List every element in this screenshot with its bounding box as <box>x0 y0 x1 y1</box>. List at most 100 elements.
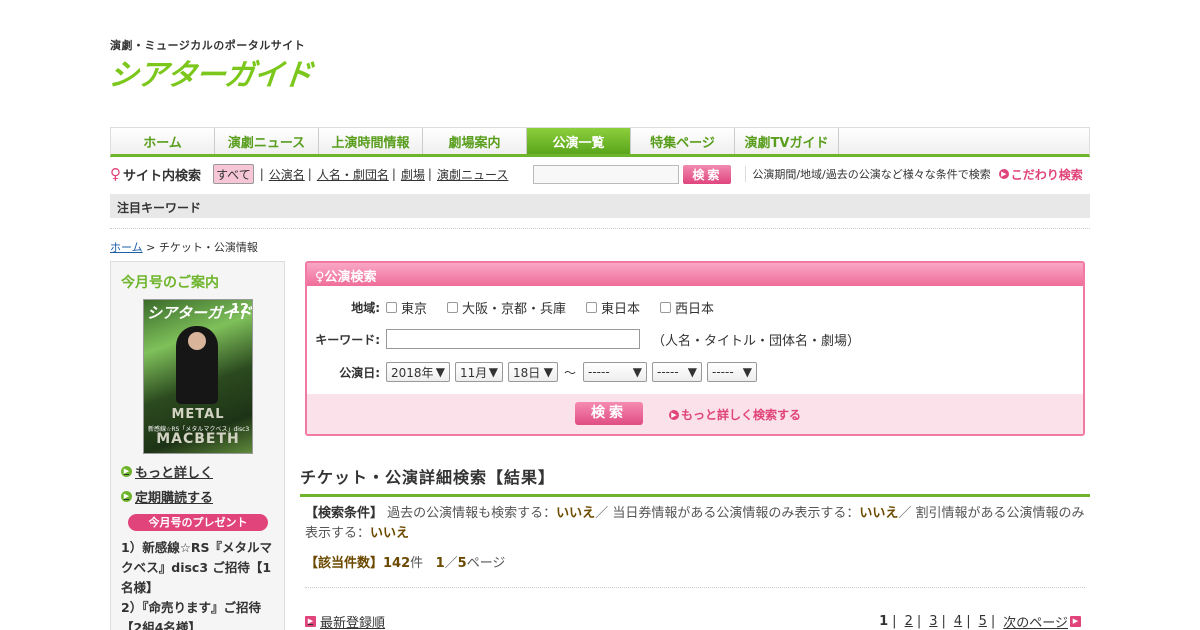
arrow-square-icon: ▶ <box>305 616 316 627</box>
next-page-link[interactable]: 次のページ <box>1003 612 1068 630</box>
nav-performances[interactable]: 公演一覧 <box>527 128 631 154</box>
select-value: 11月 <box>460 365 488 380</box>
dropdown-arrow-icon: ▼ <box>687 365 698 379</box>
area-label: 地域: <box>351 301 380 315</box>
scope-all[interactable]: すべて <box>213 164 254 184</box>
nav-showtimes[interactable]: 上演時間情報 <box>319 128 423 154</box>
cond-text: ／ 当日券情報がある公演情報のみ表示する： <box>595 506 860 521</box>
count-unit: 件 <box>410 556 424 571</box>
sort-newest-link[interactable]: ▶ 最新登録順 <box>305 612 385 630</box>
count-label: 【該当件数】 <box>305 556 384 571</box>
search-conditions: 【検索条件】 過去の公演情報も検索する：いいえ／ 当日券情報がある公演情報のみ表… <box>305 504 1090 544</box>
more-info-label: もっと詳しく <box>135 466 214 481</box>
area-option: 大阪・京都・兵庫 <box>462 302 567 317</box>
arrow-square-icon: ▶ <box>1070 616 1081 627</box>
dropdown-arrow-icon: ▼ <box>543 365 553 379</box>
to-year-select[interactable]: ----- ▼ <box>583 362 648 382</box>
keyword-label: キーワード: <box>315 332 380 347</box>
panel-footer: 検索 ▶ もっと詳しく検索する <box>307 394 1083 434</box>
cover-issue: 12 <box>230 302 249 317</box>
keyword-row: キーワード: （人名・タイトル・団体名・劇場） <box>307 329 860 349</box>
present-item[interactable]: 2）『命売ります』ご招待【2組4名様】 <box>121 598 281 630</box>
page-link[interactable]: 2 <box>905 614 913 629</box>
from-day-select[interactable]: 18日 ▼ <box>508 362 558 382</box>
scope-news[interactable]: 演劇ニュース <box>437 166 508 183</box>
dropdown-arrow-icon: ▼ <box>632 365 643 379</box>
page-current: 1 <box>435 556 445 571</box>
area-option: 西日本 <box>675 302 715 317</box>
to-month-select[interactable]: ----- ▼ <box>652 362 703 382</box>
from-month-select[interactable]: 11月 ▼ <box>455 362 503 382</box>
area-row: 地域: 東京 大阪・京都・兵庫 東日本 西日本 <box>307 298 734 317</box>
breadcrumb-home[interactable]: ホーム <box>110 241 143 254</box>
subscribe-link[interactable]: ▶ 定期購読する <box>121 487 213 506</box>
divider <box>305 587 1085 588</box>
nav-theaters[interactable]: 劇場案内 <box>423 128 527 154</box>
nav-tv-guide[interactable]: 演劇TVガイド <box>735 128 839 154</box>
nav-home[interactable]: ホーム <box>111 128 215 154</box>
results-title: チケット・公演詳細検索【結果】 <box>300 464 1090 497</box>
scope-separator: | <box>307 167 312 181</box>
site-search-title: サイト内検索 <box>123 168 202 184</box>
page-unit: ページ <box>466 556 506 571</box>
scope-separator: | <box>391 167 396 181</box>
range-tilde: ～ <box>564 365 577 380</box>
scope-title[interactable]: 公演名 <box>269 166 305 183</box>
cond-label: 【検索条件】 <box>305 506 384 521</box>
magazine-cover[interactable]: シアターガイド 12 METAL 新感線☆RS「メタルマクベス」disc3 MA… <box>143 299 253 454</box>
dropdown-arrow-icon: ▼ <box>742 365 753 379</box>
area-checkbox[interactable] <box>447 302 459 313</box>
page-separator: | <box>990 614 996 629</box>
nav-features[interactable]: 特集ページ <box>631 128 735 154</box>
kodawari-search-link[interactable]: ▶ こだわり検索 <box>998 166 1083 183</box>
page-link[interactable]: 5 <box>979 614 987 629</box>
present-list: 1）新感線☆RS『メタルマクベス』disc3 ご招待【1名様】 2）『命売ります… <box>121 538 281 630</box>
global-nav: ホーム 演劇ニュース 上演時間情報 劇場案内 公演一覧 特集ページ 演劇TVガイ… <box>110 127 1090 157</box>
search-button[interactable]: 検索 <box>575 402 643 425</box>
page-link[interactable]: 3 <box>929 614 937 629</box>
detail-search-link[interactable]: ▶ もっと詳しく検索する <box>669 406 801 423</box>
cond-value: いいえ <box>859 506 899 521</box>
nav-news[interactable]: 演劇ニュース <box>215 128 319 154</box>
scope-separator: | <box>259 167 264 181</box>
sidebar-title: 今月号のご案内 <box>121 275 219 291</box>
keyword-input[interactable] <box>386 329 640 349</box>
page-link[interactable]: 4 <box>954 614 962 629</box>
scope-person[interactable]: 人名・劇団名 <box>317 166 389 183</box>
count-value: 142 <box>383 556 411 571</box>
site-search-button[interactable]: 検索 <box>683 164 732 184</box>
area-checkbox[interactable] <box>586 302 598 313</box>
to-day-select[interactable]: ----- ▼ <box>707 362 758 382</box>
select-value: ----- <box>588 365 610 379</box>
site-search-input[interactable] <box>533 164 680 184</box>
keyword-hint: （人名・タイトル・団体名・劇場） <box>652 333 861 349</box>
arrow-circle-icon: ▶ <box>121 491 132 502</box>
area-checkbox[interactable] <box>660 302 672 313</box>
cover-face <box>188 332 206 350</box>
pagination: 1 | 2 | 3 | 4 | 5 | 次のページ ▶ <box>879 612 1085 630</box>
arrow-circle-icon: ▶ <box>669 409 679 420</box>
cover-macbeth: MACBETH <box>156 431 240 447</box>
scope-theater[interactable]: 劇場 <box>401 166 425 183</box>
arrow-circle-icon: ▶ <box>998 169 1009 179</box>
page-separator: | <box>916 614 922 629</box>
from-year-select[interactable]: 2018年 ▼ <box>386 362 450 382</box>
select-value: 2018年 <box>391 365 434 380</box>
search-note: 公演期間/地域/過去の公演など様々な条件で検索 <box>745 166 991 182</box>
more-info-link[interactable]: ▶ もっと詳しく <box>121 462 213 481</box>
site-logo[interactable]: シアターガイド <box>107 50 315 94</box>
dropdown-arrow-icon: ▼ <box>435 365 445 379</box>
area-checkbox[interactable] <box>386 302 397 313</box>
sort-label: 最新登録順 <box>320 616 386 630</box>
breadcrumb-sep: > <box>142 241 159 254</box>
select-value: ----- <box>657 365 679 379</box>
keyword-bar: 注目キーワード <box>110 194 1090 218</box>
cond-value: いいえ <box>370 526 410 541</box>
site-search-bar: ♀ サイト内検索 すべて | 公演名 | 人名・劇団名 | 劇場 | 演劇ニュース 検索… <box>110 162 1090 186</box>
present-item[interactable]: 1）新感線☆RS『メタルマクベス』disc3 ご招待【1名様】 <box>121 538 281 598</box>
subscribe-label: 定期購読する <box>135 491 214 506</box>
dropdown-arrow-icon: ▼ <box>488 365 498 379</box>
cond-text: 過去の公演情報も検索する： <box>387 506 557 521</box>
scope-separator: | <box>427 167 432 181</box>
breadcrumb: ホーム > チケット・公演情報 <box>110 239 258 255</box>
